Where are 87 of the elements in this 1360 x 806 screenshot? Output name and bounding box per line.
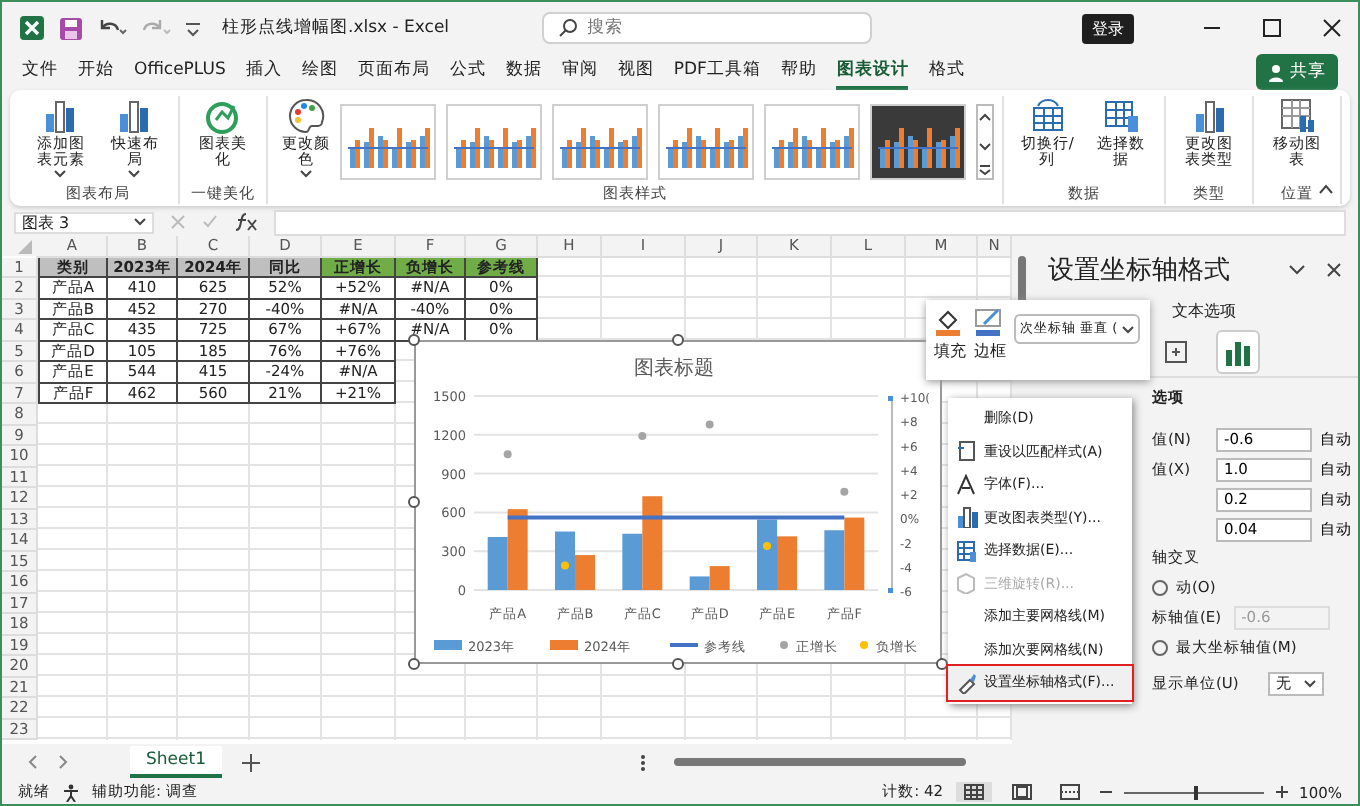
font-icon	[956, 473, 976, 496]
palette-icon	[286, 96, 327, 136]
fill-bucket-icon[interactable]	[934, 308, 966, 336]
pane-tab[interactable]: 文本选项	[1172, 300, 1358, 328]
chart-style-thumbnail[interactable]	[870, 104, 967, 180]
chart-sparkle-icon	[202, 96, 243, 136]
caret-icon	[1121, 325, 1134, 333]
normal-view-icon[interactable]	[955, 782, 992, 802]
ribbon-tab[interactable]: 开始	[78, 54, 114, 90]
ribbon-tab[interactable]: 文件	[22, 54, 58, 90]
ribbon-tab[interactable]: 数据	[505, 54, 542, 90]
format-brush-icon	[955, 671, 977, 694]
move-chart-icon	[1277, 96, 1318, 136]
ribbon-tab[interactable]: 视图	[617, 54, 654, 90]
search-icon	[557, 18, 578, 38]
data-point[interactable]	[638, 432, 647, 441]
reset-icon	[956, 440, 976, 463]
accessibility-icon[interactable]	[62, 783, 80, 801]
legend-swatch	[434, 640, 462, 650]
ribbon-tab[interactable]: 帮助	[780, 54, 817, 90]
collapse-ribbon-icon[interactable]	[1318, 184, 1334, 194]
data-point[interactable]	[705, 420, 714, 429]
chart-title[interactable]: 图表标题	[634, 358, 714, 380]
search-field[interactable]: 搜索	[541, 12, 872, 44]
data-table-icon	[1101, 96, 1142, 136]
bar-chart-icon	[955, 506, 977, 529]
maximize-icon[interactable]	[1262, 18, 1282, 38]
login-button[interactable]: 登录	[1082, 13, 1134, 43]
secondary-axis[interactable]	[888, 396, 893, 593]
caret-icon	[128, 169, 141, 177]
chevron-down-icon[interactable]	[1288, 264, 1306, 276]
data-point[interactable]	[503, 450, 512, 459]
window-title: 柱形点线增幅图.xlsx - Excel	[222, 16, 450, 40]
cancel-icon	[170, 214, 186, 230]
add-sheet-icon[interactable]	[241, 753, 260, 771]
formula-input[interactable]	[274, 209, 1346, 235]
ribbon-tab[interactable]: 格式	[928, 54, 965, 90]
share-button[interactable]: 共享	[1256, 54, 1338, 90]
chart-style-thumbnail[interactable]	[764, 104, 861, 180]
pen-outline-icon[interactable]	[974, 308, 1006, 336]
border-label[interactable]: 边框	[974, 340, 1006, 362]
switch-rows-columns-icon	[1027, 96, 1068, 136]
legend-swatch	[550, 640, 578, 650]
caret-icon	[54, 169, 67, 177]
sheet-tab[interactable]: Sheet1	[130, 746, 222, 778]
caret-icon	[300, 169, 313, 177]
chart-style-thumbnail[interactable]	[552, 104, 649, 180]
pane-title: 设置坐标轴格式	[1048, 254, 1232, 288]
save-icon[interactable]	[58, 15, 84, 41]
radio-button[interactable]	[1152, 579, 1168, 595]
bar[interactable]	[642, 496, 663, 590]
close-icon[interactable]	[1326, 262, 1342, 278]
ribbon-tab[interactable]: 公式	[449, 54, 486, 90]
zoom-in-icon[interactable]	[1275, 786, 1288, 798]
ribbon-tab[interactable]: PDF工具箱	[673, 54, 761, 90]
legend-line	[670, 643, 698, 647]
reference-line[interactable]	[507, 515, 845, 520]
more-options-icon[interactable]	[639, 753, 646, 771]
data-table-icon	[955, 539, 977, 562]
name-box[interactable]: 图表 3	[14, 211, 154, 233]
bar-chart-icon[interactable]	[1216, 330, 1260, 374]
ribbon-tab[interactable]: 插入	[245, 54, 282, 90]
caret-icon	[1304, 679, 1316, 687]
check-icon	[202, 214, 218, 230]
chart-style-thumbnail[interactable]	[446, 104, 543, 180]
ribbon-tab[interactable]: 审阅	[561, 54, 598, 90]
undo-icon[interactable]	[96, 16, 128, 40]
ribbon-tab[interactable]: 绘图	[301, 54, 338, 90]
excel-logo-icon	[18, 14, 46, 42]
gallery-scroll-icon[interactable]	[976, 104, 995, 180]
person-icon	[1268, 63, 1284, 81]
ribbon-tab[interactable]: 页面布局	[357, 54, 430, 90]
radio-button[interactable]	[1152, 639, 1168, 655]
cube-icon	[956, 572, 976, 595]
legend-marker	[860, 641, 868, 649]
previous-sheet-icon[interactable]	[26, 754, 38, 770]
chart-style-thumbnail[interactable]	[340, 104, 437, 180]
data-point[interactable]	[840, 487, 849, 496]
zoom-out-icon[interactable]	[1099, 786, 1112, 798]
function-icon[interactable]	[234, 212, 258, 232]
legend-marker	[780, 641, 788, 649]
ribbon-tab[interactable]: OfficePLUS	[134, 56, 226, 88]
chart-style-thumbnail[interactable]	[658, 104, 755, 180]
next-sheet-icon[interactable]	[58, 754, 70, 770]
caret-icon	[134, 218, 146, 226]
close-icon[interactable]	[1322, 18, 1342, 38]
customize-toolbar-icon[interactable]	[184, 19, 202, 37]
